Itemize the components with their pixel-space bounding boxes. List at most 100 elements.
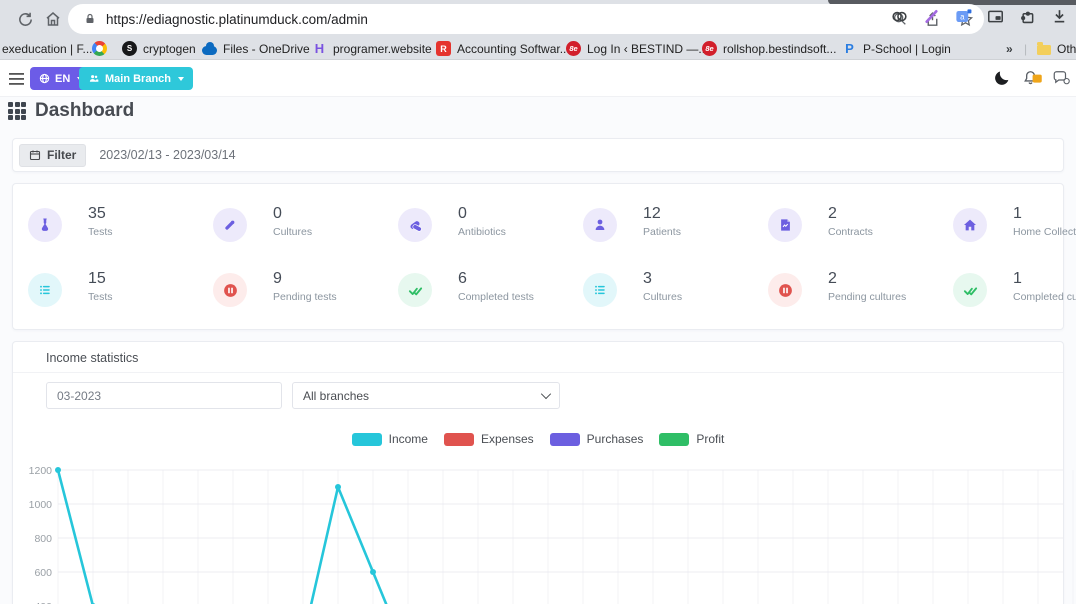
branch-dropdown-button[interactable]: Main Branch [79, 67, 193, 90]
bookmark-label: cryptogen [143, 42, 196, 56]
list-icon [592, 282, 608, 298]
legend-item-profit[interactable]: Profit [659, 432, 724, 446]
address-bar[interactable] [68, 4, 984, 34]
stat-pending-cultures: 2Pending cultures [768, 272, 948, 328]
bookmark-item[interactable]: Hprogramer.website [312, 39, 432, 58]
lock-icon [84, 12, 96, 26]
legend-swatch [352, 433, 382, 446]
r-favicon: R [436, 41, 451, 56]
contract-icon [778, 217, 793, 233]
legend-swatch [550, 433, 580, 446]
bookmark-item[interactable]: Scryptogen [122, 39, 196, 58]
notification-badge [1033, 75, 1042, 83]
bookmark-item[interactable]: 8erollshop.bestindsoft... [702, 39, 836, 58]
stat-completed-cultures: 1Completed cultures [953, 272, 1076, 328]
bookmarks-bar: exeducation | F... Scryptogen Files - On… [0, 37, 1076, 60]
branch-label: Main Branch [105, 73, 171, 85]
globe-favicon: S [122, 41, 137, 56]
bookmark-item[interactable]: R Accounting Softwar... [436, 39, 570, 58]
be-favicon: 8e [566, 41, 581, 56]
other-bookmarks[interactable]: Othe [1036, 39, 1076, 58]
chart-legend: Income Expenses Purchases Profit [13, 432, 1063, 446]
stat-cultures-total: 3Cultures [583, 272, 763, 328]
bookmark-label: Log In ‹ BESTIND —... [587, 42, 708, 56]
bookmark-label: exeducation | F... [2, 42, 93, 56]
stat-tests-total: 15Tests [28, 272, 208, 328]
bookmark-item[interactable]: exeducation | F... [2, 39, 93, 58]
svg-text:1000: 1000 [29, 499, 53, 511]
legend-label: Expenses [481, 432, 534, 446]
rings-extension-icon[interactable] [890, 7, 909, 26]
url-input[interactable] [106, 12, 984, 27]
notifications-button[interactable] [1022, 68, 1044, 88]
translate-extension-icon[interactable]: a [954, 7, 973, 26]
bookmark-item[interactable]: P P-School | Login [842, 39, 951, 58]
legend-item-expenses[interactable]: Expenses [444, 432, 534, 446]
chat-icon [1052, 71, 1070, 86]
google-favicon [92, 41, 107, 56]
downloads-icon[interactable] [1050, 7, 1069, 26]
folder-icon [1037, 45, 1051, 55]
svg-text:1200: 1200 [29, 465, 53, 477]
dark-mode-toggle[interactable] [993, 69, 1011, 87]
bookmark-item[interactable] [92, 39, 113, 58]
card-divider [13, 372, 1063, 373]
legend-swatch [659, 433, 689, 446]
bookmark-label: rollshop.bestindsoft... [723, 42, 836, 56]
date-range-input[interactable] [86, 148, 1057, 162]
language-label: EN [55, 73, 70, 85]
stat-antibiotics: 0Antibiotics [398, 207, 578, 263]
stat-completed-tests: 6Completed tests [398, 272, 578, 328]
home-icon [44, 10, 62, 28]
filter-addon: Filter [19, 144, 86, 167]
calendar-icon [29, 149, 41, 161]
filter-label: Filter [47, 148, 76, 162]
page-header: Dashboard [8, 100, 134, 122]
stat-home-collection: 1Home Collection [953, 207, 1076, 263]
pause-icon [777, 282, 794, 299]
bookmarks-divider: | [1024, 39, 1027, 58]
bell-icon [1022, 68, 1044, 88]
bookmarks-overflow-chevron[interactable]: » [1006, 39, 1013, 58]
chevron-label: » [1006, 42, 1013, 56]
double-check-icon [962, 282, 979, 299]
svg-text:600: 600 [34, 567, 52, 579]
home-button[interactable] [40, 6, 66, 32]
legend-item-income[interactable]: Income [352, 432, 428, 446]
test-tube-icon [222, 217, 238, 233]
legend-label: Income [389, 432, 428, 446]
double-check-icon [407, 282, 424, 299]
legend-label: Profit [696, 432, 724, 446]
p-favicon: P [842, 41, 857, 56]
list-icon [37, 282, 53, 298]
page-title: Dashboard [35, 100, 134, 122]
extensions-row: a [890, 7, 1076, 26]
picture-in-picture-icon[interactable] [986, 7, 1005, 26]
chevron-down-icon [541, 389, 551, 399]
branch-select[interactable]: All branches [292, 382, 560, 409]
users-icon [88, 73, 100, 84]
sidebar-toggle-button[interactable] [9, 73, 24, 85]
bookmark-label: P-School | Login [863, 42, 951, 56]
legend-swatch [444, 433, 474, 446]
browser-toolbar: a [0, 0, 1076, 37]
bookmark-label: Accounting Softwar... [457, 42, 570, 56]
stat-tests: 35Tests [28, 207, 208, 263]
extensions-puzzle-icon[interactable] [1018, 7, 1037, 26]
pause-icon [222, 282, 239, 299]
bookmark-item[interactable]: Files - OneDrive [202, 39, 310, 58]
moon-icon [993, 69, 1011, 87]
pen-extension-icon[interactable] [922, 7, 941, 26]
month-input[interactable] [46, 382, 282, 409]
reload-button[interactable] [12, 6, 38, 32]
messages-button[interactable] [1052, 71, 1070, 86]
stats-card: 35Tests 0Cultures 0Antibiotics 12Patient… [12, 183, 1064, 330]
legend-item-purchases[interactable]: Purchases [550, 432, 644, 446]
stat-cultures: 0Cultures [213, 207, 393, 263]
flask-icon [37, 217, 53, 233]
bookmark-item[interactable]: 8e Log In ‹ BESTIND —... [566, 39, 708, 58]
globe-icon [39, 73, 50, 84]
dashboard-grid-icon [8, 102, 26, 120]
chevron-down-icon [178, 77, 184, 81]
house-icon [962, 217, 978, 233]
